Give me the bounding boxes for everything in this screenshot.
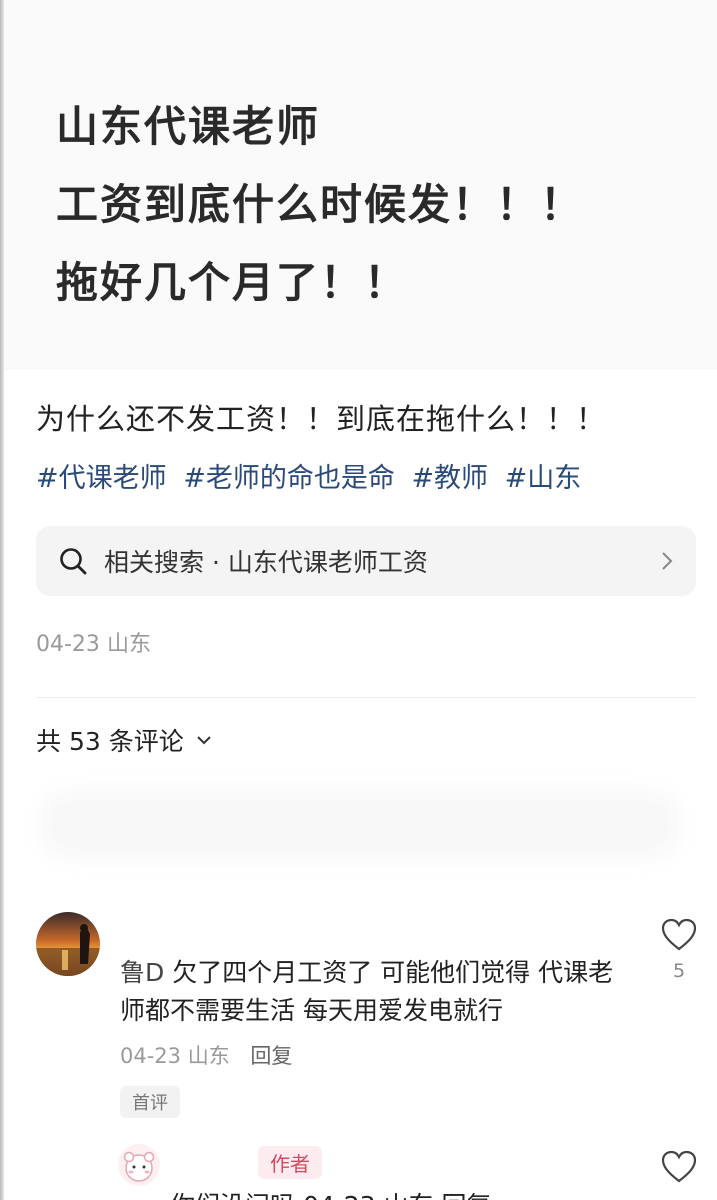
tag-link[interactable]: #山东 bbox=[505, 463, 582, 494]
comment-text: 鲁D 欠了四个月工资了 可能他们觉得 代课老师都不需要生活 每天用爱发电就行 bbox=[120, 954, 630, 1030]
search-icon bbox=[60, 548, 87, 575]
related-search-bar[interactable]: 相关搜索 · 山东代课老师工资 bbox=[36, 526, 696, 596]
post-location: 山东 bbox=[106, 632, 151, 657]
blurred-region bbox=[40, 790, 680, 860]
comment-count-label: 共 53 条评论 bbox=[36, 727, 184, 756]
bear-avatar-icon bbox=[123, 1151, 155, 1182]
like-button[interactable]: 5 bbox=[656, 918, 702, 982]
post-cover-image[interactable]: 山东代课老师 工资到底什么时候发！！！ 拖好几个月了！！ bbox=[4, 0, 717, 370]
avatar[interactable] bbox=[36, 912, 100, 976]
sunset-avatar-icon bbox=[36, 912, 100, 976]
comment-location: 山东 bbox=[187, 1044, 230, 1068]
post-detail-page: 山东代课老师 工资到底什么时候发！！！ 拖好几个月了！！ 为什么还不发工资！！到… bbox=[0, 0, 717, 1200]
comment-date: 04-23 bbox=[120, 1044, 182, 1068]
cover-title: 山东代课老师 工资到底什么时候发！！！ 拖好几个月了！！ bbox=[56, 88, 584, 322]
related-search-label: 相关搜索 · 山东代课老师工资 bbox=[104, 548, 428, 577]
tag-link[interactable]: #代课老师 bbox=[36, 463, 167, 494]
tag-link[interactable]: #老师的命也是命 bbox=[183, 463, 395, 494]
comment-content: 欠了四个月工资了 可能他们觉得 代课老师都不需要生活 每天用爱发电就行 bbox=[120, 958, 614, 1025]
avatar[interactable] bbox=[118, 1144, 160, 1186]
like-count: 5 bbox=[672, 960, 686, 982]
comment-count-toggle[interactable]: 共 53 条评论 bbox=[36, 722, 212, 758]
post-date: 04-23 bbox=[36, 632, 100, 657]
post-body-text: 为什么还不发工资！！到底在拖什么！！！ bbox=[36, 402, 607, 436]
chevron-right-icon bbox=[662, 552, 673, 570]
heart-icon bbox=[661, 918, 697, 951]
comment-meta: 04-23 山东 回复 bbox=[120, 1040, 292, 1070]
chevron-down-icon bbox=[197, 736, 211, 745]
comment-content: 你们没问吗 04-23 山东 回复 bbox=[170, 1186, 492, 1200]
heart-icon bbox=[661, 1150, 697, 1183]
cover-line-3: 拖好几个月了！！ bbox=[56, 258, 409, 307]
comment-author[interactable]: 鲁D bbox=[120, 958, 164, 987]
cover-line-2: 工资到底什么时候发！！！ bbox=[56, 180, 585, 229]
tag-link[interactable]: #教师 bbox=[411, 463, 488, 494]
post-tags: #代课老师 #老师的命也是命 #教师 #山东 bbox=[36, 456, 589, 495]
like-button[interactable] bbox=[656, 1150, 702, 1184]
divider bbox=[36, 697, 696, 698]
first-comment-badge: 首评 bbox=[120, 1086, 180, 1118]
author-badge: 作者 bbox=[258, 1146, 322, 1179]
cover-line-1: 山东代课老师 bbox=[56, 102, 321, 151]
post-meta: 04-23 山东 bbox=[36, 626, 151, 658]
reply-button[interactable]: 回复 bbox=[250, 1044, 292, 1068]
